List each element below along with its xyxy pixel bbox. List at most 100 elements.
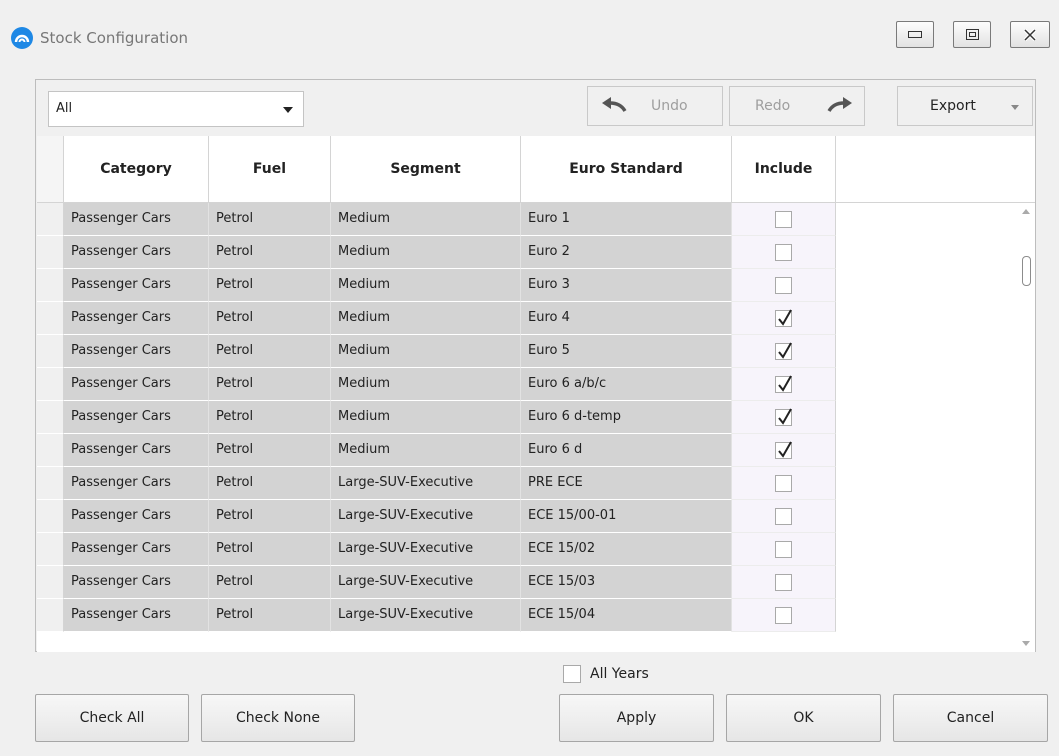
redo-icon [827, 97, 853, 119]
include-checkbox-checked[interactable] [775, 408, 792, 426]
export-button[interactable]: Export [897, 86, 1033, 126]
cell-include [732, 434, 836, 467]
cell-category: Passenger Cars [64, 302, 209, 335]
checkmark-icon [778, 342, 792, 359]
all-years-checkbox-box[interactable] [563, 665, 581, 683]
table-row[interactable]: Passenger Cars Petrol Medium Euro 6 d [37, 434, 1035, 467]
table-row[interactable]: Passenger Cars Petrol Medium Euro 5 [37, 335, 1035, 368]
scroll-up-icon[interactable] [1022, 209, 1030, 214]
filter-dropdown[interactable]: All [48, 91, 304, 127]
restore-icon [954, 22, 990, 47]
column-header-euro-standard[interactable]: Euro Standard [521, 136, 732, 203]
row-indicator[interactable] [37, 401, 64, 434]
cell-fuel: Petrol [209, 500, 331, 533]
column-header-segment[interactable]: Segment [331, 136, 521, 203]
check-none-button[interactable]: Check None [201, 694, 355, 742]
include-checkbox-checked[interactable] [775, 375, 792, 393]
cell-euro-standard: Euro 1 [521, 203, 732, 236]
column-header-include[interactable]: Include [732, 136, 836, 203]
row-indicator[interactable] [37, 533, 64, 566]
include-checkbox-checked[interactable] [775, 309, 792, 327]
maximize-button[interactable] [953, 21, 991, 48]
table-row[interactable]: Passenger Cars Petrol Medium Euro 1 [37, 203, 1035, 236]
checkmark-icon [778, 441, 792, 458]
cell-category: Passenger Cars [64, 401, 209, 434]
include-checkbox-checked[interactable] [775, 441, 792, 459]
cell-fuel: Petrol [209, 434, 331, 467]
row-indicator[interactable] [37, 500, 64, 533]
row-indicator[interactable] [37, 236, 64, 269]
row-indicator[interactable] [37, 368, 64, 401]
cell-segment: Large-SUV-Executive [331, 467, 521, 500]
undo-button[interactable]: Undo [587, 86, 723, 126]
cell-euro-standard: Euro 3 [521, 269, 732, 302]
cell-segment: Large-SUV-Executive [331, 599, 521, 632]
cancel-button[interactable]: Cancel [893, 694, 1048, 742]
include-checkbox-checked[interactable] [775, 342, 792, 360]
cell-fuel: Petrol [209, 368, 331, 401]
include-checkbox[interactable] [775, 211, 792, 228]
row-indicator[interactable] [37, 467, 64, 500]
include-checkbox[interactable] [775, 508, 792, 525]
cell-empty [836, 302, 1035, 335]
cell-segment: Medium [331, 335, 521, 368]
cell-euro-standard: Euro 2 [521, 236, 732, 269]
include-checkbox[interactable] [775, 574, 792, 591]
chevron-down-icon [283, 107, 293, 113]
table-row[interactable]: Passenger Cars Petrol Large-SUV-Executive P… [37, 467, 1035, 500]
row-indicator[interactable] [37, 302, 64, 335]
table-row[interactable]: Passenger Cars Petrol Large-SUV-Executive E… [37, 500, 1035, 533]
row-indicator[interactable] [37, 203, 64, 236]
table-row[interactable]: Passenger Cars Petrol Medium Euro 2 [37, 236, 1035, 269]
window-title: Stock Configuration [40, 29, 189, 47]
cell-empty [836, 566, 1035, 599]
checkmark-icon [778, 309, 792, 326]
cell-include [732, 203, 836, 236]
cell-include [732, 533, 836, 566]
ok-button[interactable]: OK [726, 694, 881, 742]
column-header-fuel[interactable]: Fuel [209, 136, 331, 203]
scroll-thumb[interactable] [1022, 256, 1031, 286]
row-indicator[interactable] [37, 599, 64, 632]
include-checkbox[interactable] [775, 277, 792, 294]
checkmark-icon [778, 408, 792, 425]
table-row[interactable]: Passenger Cars Petrol Medium Euro 6 d-temp [37, 401, 1035, 434]
row-indicator[interactable] [37, 269, 64, 302]
cell-include [732, 302, 836, 335]
row-indicator[interactable] [37, 434, 64, 467]
include-checkbox[interactable] [775, 607, 792, 624]
column-header-category[interactable]: Category [64, 136, 209, 203]
table-row[interactable]: Passenger Cars Petrol Medium Euro 4 [37, 302, 1035, 335]
vertical-scrollbar[interactable] [1017, 203, 1035, 652]
cell-include [732, 236, 836, 269]
cell-euro-standard: ECE 15/00-01 [521, 500, 732, 533]
cell-category: Passenger Cars [64, 335, 209, 368]
close-button[interactable] [1010, 21, 1050, 48]
include-checkbox[interactable] [775, 541, 792, 558]
table-row[interactable]: Passenger Cars Petrol Large-SUV-Executive E… [37, 599, 1035, 632]
table-row[interactable]: Passenger Cars Petrol Large-SUV-Executive E… [37, 566, 1035, 599]
redo-button[interactable]: Redo [729, 86, 865, 126]
cell-empty [836, 269, 1035, 302]
include-checkbox[interactable] [775, 244, 792, 261]
include-checkbox[interactable] [775, 475, 792, 492]
cell-segment: Large-SUV-Executive [331, 500, 521, 533]
cell-fuel: Petrol [209, 599, 331, 632]
check-all-button[interactable]: Check All [35, 694, 189, 742]
row-indicator[interactable] [37, 566, 64, 599]
scroll-down-icon[interactable] [1022, 641, 1030, 646]
minimize-button[interactable] [896, 21, 934, 48]
cell-fuel: Petrol [209, 236, 331, 269]
cell-category: Passenger Cars [64, 599, 209, 632]
cell-empty [836, 236, 1035, 269]
table-row[interactable]: Passenger Cars Petrol Medium Euro 6 a/b/c [37, 368, 1035, 401]
apply-button[interactable]: Apply [559, 694, 714, 742]
cell-fuel: Petrol [209, 566, 331, 599]
app-logo-icon [11, 27, 33, 49]
row-indicator[interactable] [37, 335, 64, 368]
table-row[interactable]: Passenger Cars Petrol Medium Euro 3 [37, 269, 1035, 302]
cell-include [732, 566, 836, 599]
minimize-icon [897, 22, 933, 47]
table-row[interactable]: Passenger Cars Petrol Large-SUV-Executive E… [37, 533, 1035, 566]
cell-fuel: Petrol [209, 467, 331, 500]
